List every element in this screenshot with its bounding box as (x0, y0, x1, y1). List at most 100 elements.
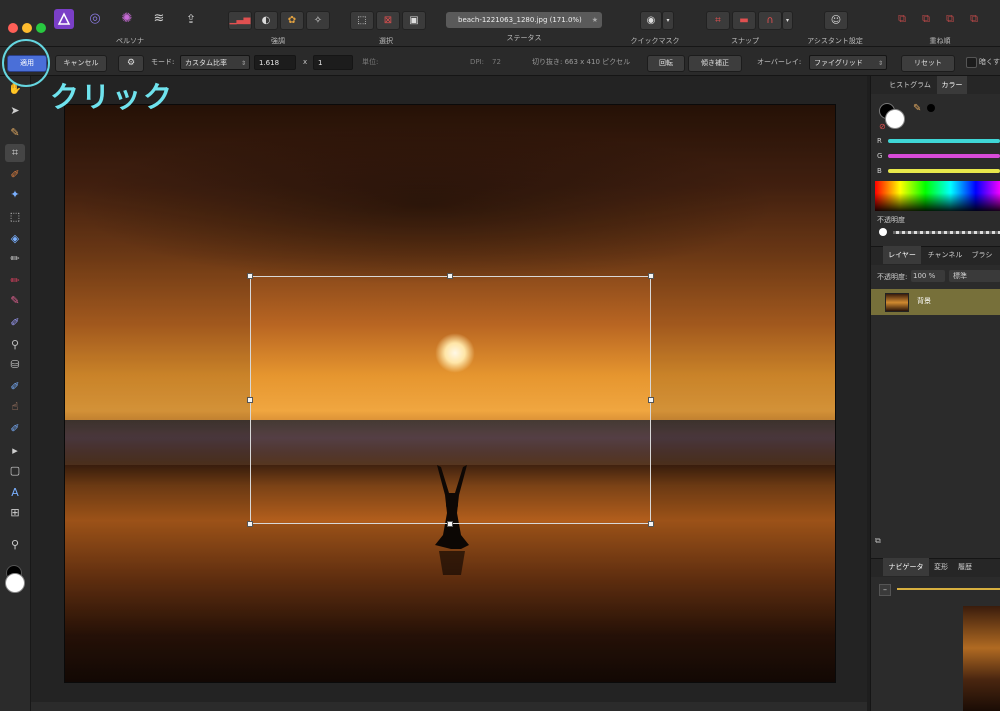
minimize-window-button[interactable] (22, 23, 32, 33)
layer-opacity-field[interactable]: 100 % (911, 270, 945, 282)
snap-grid-button[interactable]: ⌗ (706, 11, 730, 30)
flood-fill-tool-icon[interactable]: ◈ (5, 230, 25, 248)
star-icon[interactable]: ★ (592, 12, 598, 28)
crop-handle-top-left[interactable] (247, 273, 253, 279)
inpainting-brush-tool-icon[interactable]: ✐ (5, 420, 25, 438)
crop-handle-bottom-right[interactable] (648, 521, 654, 527)
reset-button[interactable]: リセット (901, 55, 955, 72)
tab-color[interactable]: カラー (937, 76, 967, 94)
tab-layers[interactable]: レイヤー (883, 246, 921, 264)
move-to-front-icon[interactable]: ⧉ (964, 10, 984, 28)
ratio-width-field[interactable]: 1.618 (254, 55, 296, 70)
tone-mapping-persona-icon[interactable]: ≋ (149, 10, 169, 28)
tab-history[interactable]: 履歴 (953, 558, 977, 576)
close-window-button[interactable] (8, 23, 18, 33)
tab-histogram[interactable]: ヒストグラム (883, 76, 937, 94)
straighten-button[interactable]: 傾き補正 (688, 55, 742, 72)
move-forward-icon[interactable]: ⧉ (940, 10, 960, 28)
zoom-slider[interactable] (897, 588, 1000, 590)
deselect-button[interactable]: ⊠ (376, 11, 400, 30)
no-color-icon[interactable]: ⊘ (879, 122, 886, 131)
tab-channels[interactable]: チャンネル (923, 246, 967, 264)
snap-dropdown[interactable]: ▾ (782, 11, 793, 30)
auto-adjust-button[interactable]: ✧ (306, 11, 330, 30)
pixel-tool-icon[interactable]: ✏ (5, 272, 25, 290)
invert-selection-button[interactable]: ▣ (402, 11, 426, 30)
crop-handle-top[interactable] (447, 273, 453, 279)
opacity-slider[interactable] (893, 231, 1000, 234)
crop-handle-right[interactable] (648, 397, 654, 403)
crop-handle-left[interactable] (247, 397, 253, 403)
cloud-shape (75, 125, 775, 285)
crop-tool-icon[interactable]: ⌗ (5, 144, 25, 162)
g-slider[interactable] (888, 154, 1000, 158)
export-persona-icon[interactable]: ⇪ (181, 10, 201, 28)
tab-brushes[interactable]: ブラシ (967, 246, 997, 264)
photo-persona-icon[interactable] (54, 9, 74, 29)
move-to-back-icon[interactable]: ⧉ (892, 10, 912, 28)
ratio-height-field[interactable]: 1 (313, 55, 353, 70)
paint-brush-tool-icon[interactable]: ✏ (5, 250, 25, 268)
rectangle-tool-icon[interactable]: ▢ (5, 462, 25, 480)
color-picker-tool-icon[interactable]: ✎ (5, 124, 25, 142)
selection-label: 選択 (379, 37, 393, 45)
snap-options-button[interactable]: ▬ (732, 11, 756, 30)
move-back-icon[interactable]: ⧉ (916, 10, 936, 28)
gear-icon[interactable]: ⚙ (118, 55, 144, 72)
dpi-label: DPI: (470, 58, 485, 66)
quick-mask-button[interactable]: ◉ (640, 11, 662, 30)
canvas-scrollbar[interactable] (31, 702, 867, 711)
crop-selection-box[interactable] (250, 276, 651, 524)
layer-row-background[interactable]: 背景 (871, 289, 1000, 315)
levels-button[interactable]: ▁▃▅ (228, 11, 252, 30)
eyedropper-icon[interactable]: ✎ (913, 103, 921, 114)
crop-handle-top-right[interactable] (648, 273, 654, 279)
tab-transform[interactable]: 変形 (929, 558, 953, 576)
hsl-button[interactable]: ✿ (280, 11, 304, 30)
dodge-brush-tool-icon[interactable]: ✐ (5, 314, 25, 332)
tab-navigator[interactable]: ナビゲータ (883, 558, 929, 576)
layer-thumbnail (885, 293, 909, 312)
zoom-tool-icon[interactable]: ⚲ (5, 536, 25, 554)
rotate-button[interactable]: 回転 (647, 55, 685, 72)
layer-add-icon[interactable]: ⧉ (875, 536, 881, 546)
beach-photo[interactable] (64, 104, 836, 683)
ratio-x-label: x (303, 58, 308, 66)
document-tab[interactable]: beach-1221063_1280.jpg (171.0%) ★ (446, 12, 602, 28)
zoom-out-button[interactable]: – (879, 584, 891, 596)
flood-select-tool-icon[interactable]: ✦ (5, 186, 25, 204)
b-slider[interactable] (888, 169, 1000, 173)
cancel-button[interactable]: キャンセル (55, 55, 107, 72)
smudge-brush-tool-icon[interactable]: ☝ (5, 398, 25, 416)
erase-brush-tool-icon[interactable]: ✎ (5, 292, 25, 310)
crop-handle-bottom-left[interactable] (247, 521, 253, 527)
white-balance-button[interactable]: ◐ (254, 11, 278, 30)
opacity-knob[interactable] (879, 228, 887, 236)
crop-handle-bottom[interactable] (447, 521, 453, 527)
select-all-button[interactable]: ⬚ (350, 11, 374, 30)
text-tool-icon[interactable]: A (5, 484, 25, 502)
darken-checkbox[interactable] (966, 57, 977, 68)
color-spectrum[interactable] (875, 181, 1000, 211)
primary-color-swatch[interactable] (5, 573, 25, 593)
liquify-persona-icon[interactable]: ◎ (85, 10, 105, 28)
snapping-magnet-icon[interactable]: ∩ (758, 11, 782, 30)
quick-mask-dropdown[interactable]: ▾ (662, 11, 674, 30)
primary-color-well[interactable] (885, 109, 905, 129)
selection-brush-tool-icon[interactable]: ✐ (5, 166, 25, 184)
marquee-tool-icon[interactable]: ⬚ (5, 208, 25, 226)
mode-select[interactable]: カスタム比率 ⇕ (180, 55, 250, 70)
navigator-thumbnail[interactable] (963, 606, 1000, 711)
move-tool-icon[interactable]: ➤ (5, 102, 25, 120)
overlay-select[interactable]: ファイグリッド ⇕ (809, 55, 887, 70)
stamp-tool-icon[interactable]: ⛁ (5, 356, 25, 374)
blend-mode-select[interactable]: 標準 (949, 270, 1000, 282)
r-slider[interactable] (888, 139, 1000, 143)
pen-tool-icon[interactable]: ▸ (5, 442, 25, 460)
assistant-icon[interactable]: ☺ (824, 11, 848, 30)
develop-persona-icon[interactable]: ✺ (117, 10, 137, 28)
blur-brush-tool-icon[interactable]: ✐ (5, 378, 25, 396)
zoom-window-button[interactable] (36, 23, 46, 33)
clone-brush-tool-icon[interactable]: ⚲ (5, 336, 25, 354)
mesh-warp-tool-icon[interactable]: ⊞ (5, 504, 25, 522)
